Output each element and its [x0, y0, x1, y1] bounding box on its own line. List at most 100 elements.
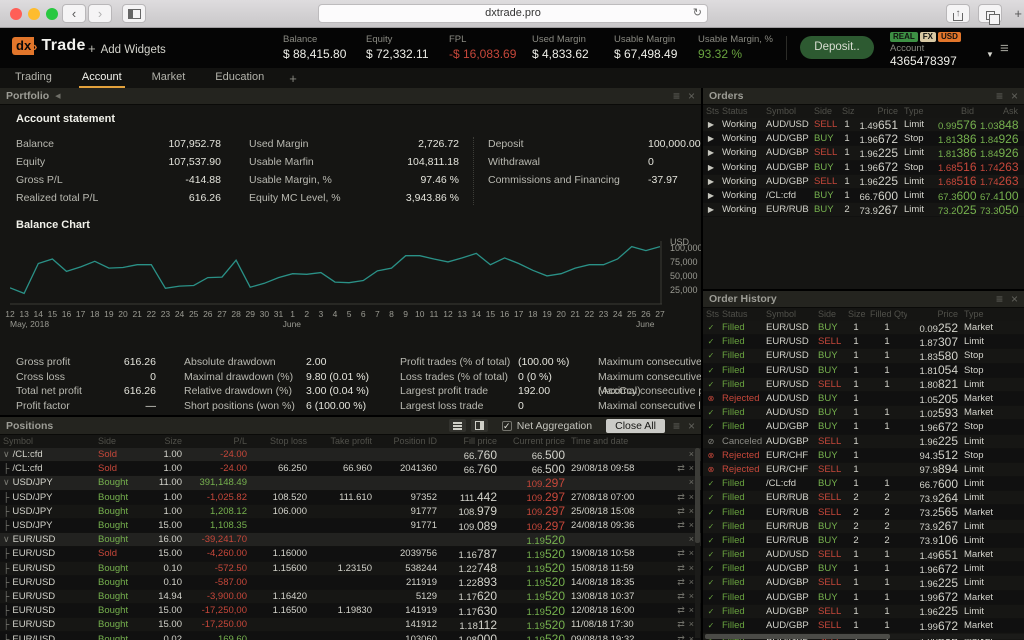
panel-menu-icon[interactable]: ≡ [673, 90, 680, 102]
history-row[interactable]: ⊗RejectedAUD/USDBUY11.05205Market [703, 392, 1024, 406]
position-row[interactable]: ∨USD/JPYBought11.00391,148.49109.297× [0, 476, 701, 490]
history-row[interactable]: ✓FilledEUR/USDSELL111.87307Limit [703, 335, 1024, 349]
share-button[interactable] [946, 4, 970, 23]
sidebar-button[interactable] [122, 4, 146, 23]
modify-position-icon[interactable]: ⇄ [677, 577, 685, 587]
column-header[interactable]: Fill price [440, 435, 500, 448]
tab-account[interactable]: Account [67, 68, 137, 88]
panel-menu-icon[interactable]: ≡ [996, 293, 1003, 305]
column-header[interactable]: Side [95, 435, 140, 448]
close-position-icon[interactable]: × [689, 634, 694, 640]
modify-position-icon[interactable]: ⇄ [677, 520, 685, 530]
column-header[interactable]: Sts [703, 308, 719, 321]
expand-icon[interactable]: ∨ [3, 534, 10, 544]
history-row[interactable]: ✓FilledEUR/RUBBUY2273.9106Limit [703, 534, 1024, 548]
column-header[interactable]: Symbol [0, 435, 95, 448]
column-header[interactable]: Status [719, 308, 763, 321]
modify-position-icon[interactable]: ⇄ [677, 506, 685, 516]
modify-position-icon[interactable]: ⇄ [677, 605, 685, 615]
position-row[interactable]: ├EUR/USDBought0.10-572.501.156001.231505… [0, 562, 701, 576]
tab-trading[interactable]: Trading [0, 68, 67, 88]
column-header[interactable]: Filled Qty [867, 308, 907, 321]
column-header[interactable]: Price [855, 105, 901, 118]
column-header[interactable]: Size [845, 308, 867, 321]
new-tab-button[interactable]: + [1014, 6, 1022, 21]
modify-position-icon[interactable]: ⇄ [677, 634, 685, 640]
position-row[interactable]: ├EUR/USDBought15.00-17,250.001419121.181… [0, 618, 701, 632]
history-row[interactable]: ✓FilledAUD/USDSELL111.49651Market [703, 548, 1024, 562]
close-position-icon[interactable]: × [689, 534, 694, 544]
close-position-icon[interactable]: × [689, 492, 694, 502]
forward-button[interactable]: › [88, 4, 112, 23]
column-header[interactable]: Price [907, 308, 961, 321]
group-view-icon[interactable] [471, 419, 488, 432]
position-row[interactable]: ├EUR/USDBought0.02169.601030601.080001.1… [0, 632, 701, 640]
position-row[interactable]: ├/CL:cfdSold1.00-24.0066.25066.960204136… [0, 462, 701, 476]
column-header[interactable]: Ask [977, 105, 1021, 118]
close-position-icon[interactable]: × [689, 605, 694, 615]
order-row[interactable]: ▶WorkingAUD/GBPSELL11.96225Limit1.813861… [703, 146, 1024, 160]
modify-position-icon[interactable]: ⇄ [677, 492, 685, 502]
column-header[interactable]: Side [815, 308, 845, 321]
account-selector[interactable]: REALFXUSD Account 4365478397 [890, 32, 961, 68]
history-row[interactable]: ✓FilledEUR/USDBUY111.83580Stop [703, 349, 1024, 363]
close-all-button[interactable]: Close All [606, 419, 665, 433]
history-row[interactable]: ✓FilledEUR/USDBUY110.09252Market [703, 321, 1024, 335]
history-row[interactable]: ✓FilledAUD/USDBUY111.02593Market [703, 406, 1024, 420]
order-row[interactable]: ▶WorkingAUD/USDSELL11.49651Limit0.995761… [703, 118, 1024, 132]
column-header[interactable]: Bid [935, 105, 977, 118]
panel-menu-icon[interactable]: ≡ [673, 420, 680, 432]
column-header[interactable]: Stop loss [250, 435, 310, 448]
order-row[interactable]: ▶WorkingAUD/GBPBUY11.96672Stop1.685161.7… [703, 161, 1024, 175]
close-position-icon[interactable]: × [689, 577, 694, 587]
panel-close-icon[interactable]: × [1011, 293, 1018, 305]
position-row[interactable]: ├EUR/USDBought14.94-3,900.001.1642051291… [0, 590, 701, 604]
position-row[interactable]: ├USD/JPYBought15.001,108.3591771109.0891… [0, 519, 701, 533]
history-row[interactable]: ✓FilledEUR/RUBSELL2273.9264Limit [703, 491, 1024, 505]
back-button[interactable]: ‹ [62, 4, 86, 23]
position-row[interactable]: ├USD/JPYBought1.001,208.12106.0009177710… [0, 505, 701, 519]
app-logo[interactable]: dx › Trade [12, 37, 86, 55]
column-header[interactable]: Status [719, 105, 763, 118]
column-header[interactable]: Time and date [568, 435, 663, 448]
column-header[interactable]: Sts [703, 105, 719, 118]
add-widgets-button[interactable]: +Add Widgets [88, 41, 166, 56]
positions-scrollbar[interactable] [695, 448, 700, 638]
column-header[interactable]: Type [901, 105, 935, 118]
close-position-icon[interactable]: × [689, 463, 694, 473]
history-row[interactable]: ⊗RejectedEUR/CHFSELL197.9894Limit [703, 463, 1024, 477]
history-row[interactable]: ✓FilledAUD/GBPSELL111.96225Limit [703, 605, 1024, 619]
modify-position-icon[interactable]: ⇄ [677, 619, 685, 629]
close-position-icon[interactable]: × [689, 520, 694, 530]
position-row[interactable]: ├EUR/USDBought15.00-17,250,001.165001.19… [0, 604, 701, 618]
tab-market[interactable]: Market [137, 68, 201, 88]
column-header[interactable]: Position ID [375, 435, 440, 448]
history-row[interactable]: ✓FilledEUR/USDSELL111.80821Limit [703, 378, 1024, 392]
history-row[interactable]: ✓FilledAUD/GBPSELL111.96225Limit [703, 576, 1024, 590]
history-row[interactable]: ✓FilledEUR/RUBBUY2273.9267Limit [703, 520, 1024, 534]
position-row[interactable]: ├USD/JPYBought1.00-1,025.82108.520111.61… [0, 491, 701, 505]
history-row[interactable]: ✓FilledEUR/USDBUY111.81054Stop [703, 364, 1024, 378]
tab-overview-button[interactable] [978, 4, 1002, 23]
order-row[interactable]: ▶WorkingAUD/GBPSELL11.96225Limit1.685161… [703, 175, 1024, 189]
close-position-icon[interactable]: × [689, 449, 694, 459]
close-window-button[interactable] [10, 8, 22, 20]
history-row[interactable]: ✓FilledAUD/GBPBUY111.99672Market [703, 591, 1024, 605]
order-row[interactable]: ▶WorkingEUR/RUBBUY273.9267Limit73.202573… [703, 203, 1024, 217]
history-row[interactable]: ⊗RejectedEUR/CHFBUY194.3512Stop [703, 449, 1024, 463]
deposit-button[interactable]: Deposit.. [800, 36, 874, 59]
position-row[interactable]: ∨EUR/USDBought16.00-39,241.701.19520× [0, 533, 701, 547]
menu-icon[interactable]: ≡ [1000, 40, 1009, 57]
position-row[interactable]: ├EUR/USDSold15.00-4,260.001.160002039756… [0, 547, 701, 561]
column-header[interactable]: Size [839, 105, 855, 118]
panel-menu-icon[interactable]: ≡ [996, 90, 1003, 102]
column-header[interactable] [663, 435, 697, 448]
close-position-icon[interactable]: × [689, 506, 694, 516]
close-position-icon[interactable]: × [689, 548, 694, 558]
column-header[interactable]: Take profit [310, 435, 375, 448]
panel-close-icon[interactable]: × [1011, 90, 1018, 102]
expand-icon[interactable]: ∨ [3, 477, 10, 487]
column-header[interactable]: Type [961, 308, 1009, 321]
position-row[interactable]: ├EUR/USDBought0.10-587.002119191.228931.… [0, 576, 701, 590]
close-position-icon[interactable]: × [689, 591, 694, 601]
